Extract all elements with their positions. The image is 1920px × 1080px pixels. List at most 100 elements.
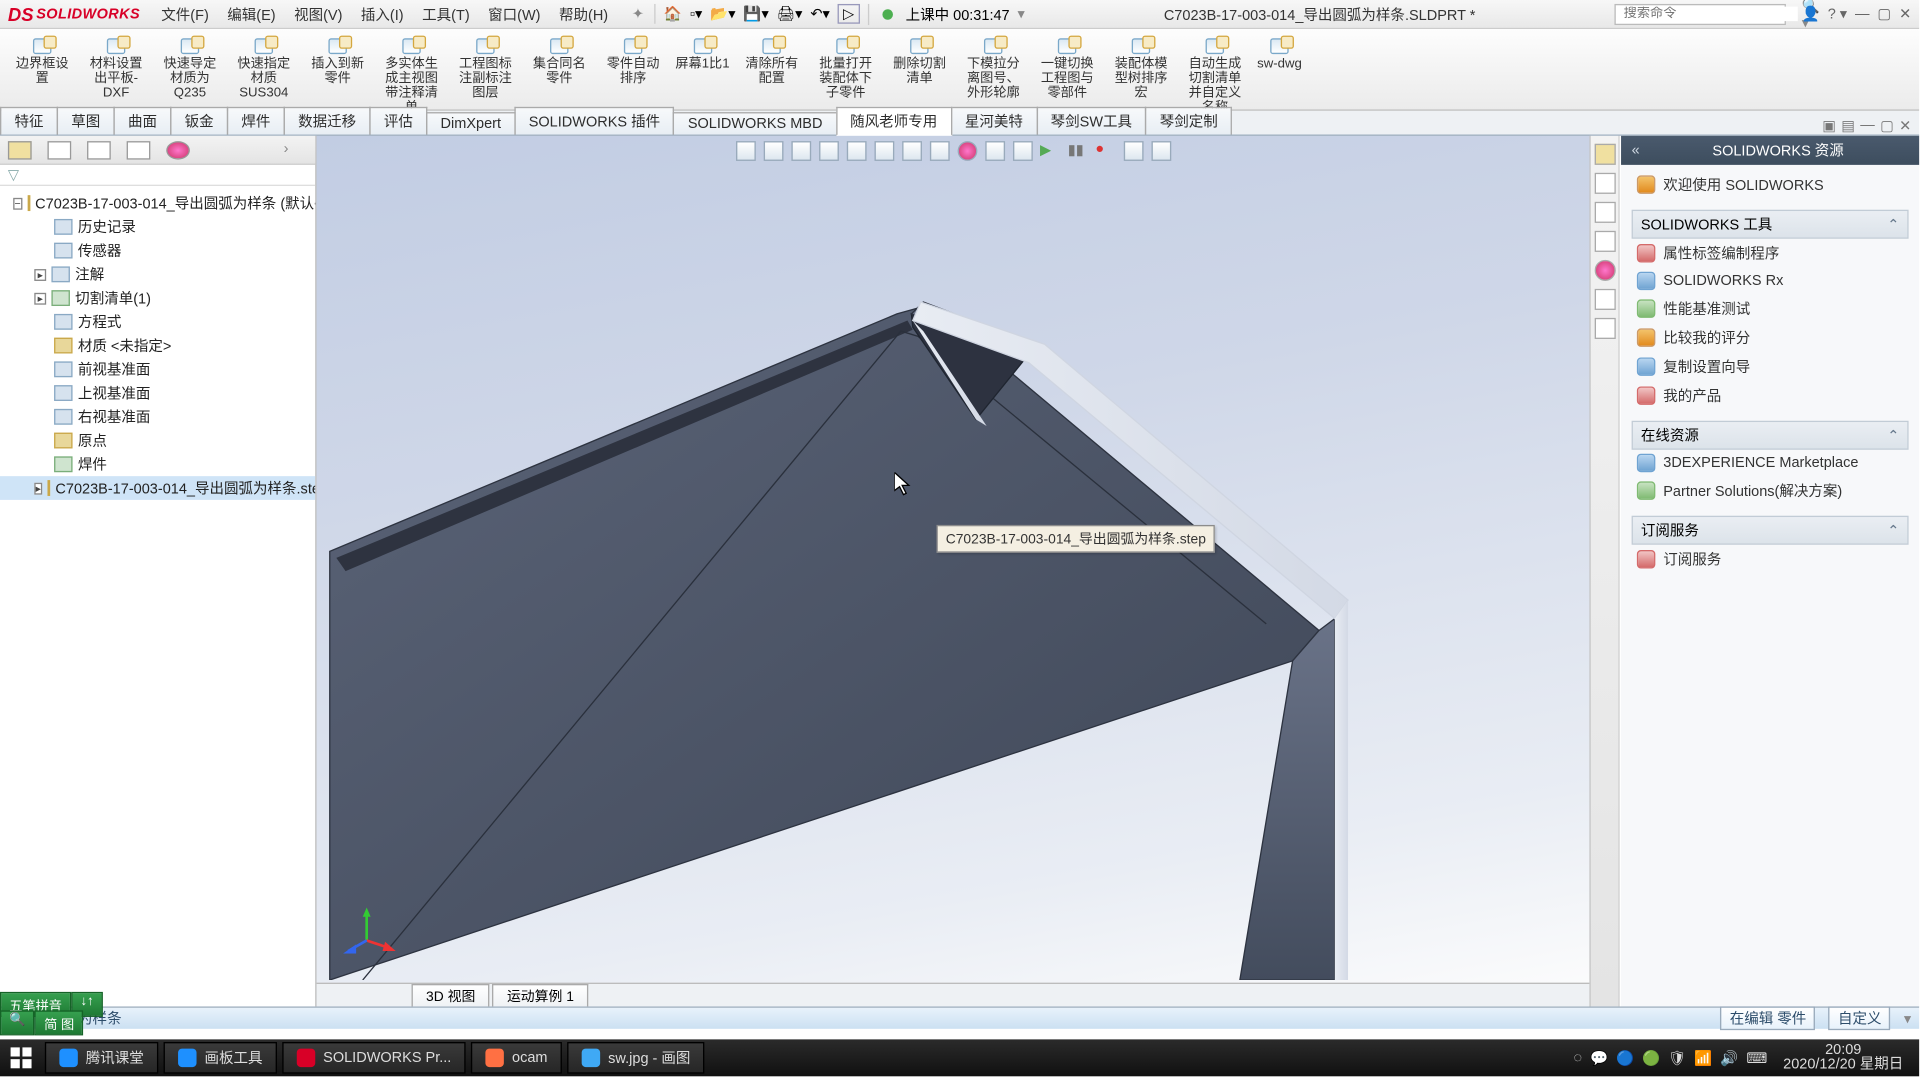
sb-mode[interactable]: 在编辑 零件 [1721,1006,1816,1030]
user-icon[interactable]: 👤 [1802,5,1820,22]
menu-insert[interactable]: 插入(I) [361,3,404,24]
save-icon[interactable]: 💾▾ [743,5,768,22]
mdi-max-icon[interactable]: ▢ [1880,117,1894,134]
menu-window[interactable]: 窗口(W) [488,3,540,24]
start-button[interactable] [0,1039,42,1076]
tab-qinjian[interactable]: 琴剑SW工具 [1036,107,1146,135]
tb-app-1[interactable]: 画板工具 [164,1042,277,1074]
tab-sketch[interactable]: 草图 [57,107,115,135]
tree-node-11[interactable]: ▸C7023B-17-003-014_导出圆弧为样条.step -> [0,476,315,500]
tree-tab-dim-icon[interactable] [127,140,151,158]
rp-tools-item-1[interactable]: SOLIDWORKS Rx [1632,268,1909,294]
vp-tab-3dview[interactable]: 3D 视图 [412,983,490,1006]
rp-tools-item-0[interactable]: 属性标签编制程序 [1632,239,1909,268]
ribbon-btn-14[interactable]: 一键切换工程图与零部件 [1030,33,1104,103]
tray-icon[interactable]: 🔵 [1616,1049,1634,1066]
tray-icon[interactable]: 🟢 [1642,1049,1660,1066]
mdi-min-icon[interactable]: — [1860,117,1875,134]
ribbon-btn-10[interactable]: 清除所有配置 [735,33,809,88]
tab-weldment[interactable]: 焊件 [227,107,285,135]
tp-file-icon[interactable] [1594,202,1615,223]
rp-online-item-1[interactable]: Partner Solutions(解决方案) [1632,476,1909,505]
tab-eval[interactable]: 评估 [369,107,427,135]
tree-node-9[interactable]: 原点 [0,429,315,453]
menu-edit[interactable]: 编辑(E) [227,3,275,24]
ribbon-btn-16[interactable]: 自动生成切割清单并自定义名称 [1178,33,1252,117]
tree-node-10[interactable]: 焊件 [0,452,315,476]
ribbon-btn-7[interactable]: 集合同名零件 [522,33,596,88]
mdi-cascade-icon[interactable]: ▣ [1822,117,1836,134]
ribbon-btn-17[interactable]: sw-dwg [1252,33,1307,74]
pin-icon[interactable]: ✦ [632,5,644,22]
rp-sec-online[interactable]: 在线资源⌃ [1632,421,1909,450]
expand-icon[interactable]: ▸ [34,482,42,494]
tray-icon[interactable]: 🔊 [1720,1049,1738,1066]
tree-node-8[interactable]: 右视基准面 [0,405,315,429]
tree-node-7[interactable]: 上视基准面 [0,381,315,405]
tree-node-2[interactable]: ▸注解 [0,262,315,286]
rp-sec-sub[interactable]: 订阅服务⌃ [1632,516,1909,545]
ribbon-btn-11[interactable]: 批量打开装配体下子零件 [809,33,883,103]
ribbon-btn-1[interactable]: 材料设置出平板-DXF [79,33,153,103]
mdi-close-icon[interactable]: ✕ [1899,117,1911,134]
tray-icon[interactable]: 📶 [1694,1049,1712,1066]
menu-file[interactable]: 文件(F) [161,3,209,24]
ribbon-btn-4[interactable]: 插入到新零件 [301,33,375,88]
rp-tools-item-3[interactable]: 比较我的评分 [1632,323,1909,352]
tab-teacher[interactable]: 随风老师专用 [836,107,952,136]
open-icon[interactable]: 📂▾ [710,5,735,22]
close-icon[interactable]: ✕ [1899,5,1911,22]
ime-bar-2[interactable]: 🔍简 图 [0,1010,83,1035]
tray-icon[interactable]: ◌ [1574,1050,1583,1066]
tab-feature[interactable]: 特征 [0,107,58,135]
min-icon[interactable]: — [1855,6,1870,22]
tab-mbd[interactable]: SOLIDWORKS MBD [673,112,837,134]
rp-tools-item-4[interactable]: 复制设置向导 [1632,352,1909,381]
tab-datamig[interactable]: 数据迁移 [284,107,371,135]
new-icon[interactable]: ▫▾ [690,5,702,22]
mdi-tile-icon[interactable]: ▤ [1841,117,1855,134]
tp-forum-icon[interactable] [1594,318,1615,339]
ribbon-btn-15[interactable]: 装配体模型树排序宏 [1104,33,1178,103]
undo-icon[interactable]: ↶▾ [810,5,829,22]
tree-expand-icon[interactable]: › [284,140,308,158]
rp-collapse-icon[interactable]: « [1632,142,1640,158]
ribbon-btn-9[interactable]: 屏幕1比1 [670,33,735,74]
print-icon[interactable]: 🖨▾ [777,5,803,22]
rp-online-item-0[interactable]: 3DEXPERIENCE Marketplace [1632,450,1909,476]
tree-root-node[interactable]: − C7023B-17-003-014_导出圆弧为样条 (默认<按加工 [0,191,315,215]
tree-node-1[interactable]: 传感器 [0,239,315,263]
tray-icon[interactable]: ⌨ [1746,1049,1767,1066]
search-input[interactable] [1624,7,1798,22]
tree-tab-config-icon[interactable] [87,140,111,158]
tab-qinjian2[interactable]: 琴剑定制 [1145,107,1232,135]
menu-help[interactable]: 帮助(H) [559,3,608,24]
ribbon-btn-6[interactable]: 工程图标注副标注图层 [448,33,522,103]
tab-addins[interactable]: SOLIDWORKS 插件 [514,107,674,135]
tp-prop-icon[interactable] [1594,289,1615,310]
tree-node-5[interactable]: 材质 <未指定> [0,334,315,358]
ribbon-btn-2[interactable]: 快速导定材质为Q235 [153,33,227,103]
tp-appear-icon[interactable] [1594,260,1615,281]
menu-tools[interactable]: 工具(T) [422,3,470,24]
ribbon-btn-5[interactable]: 多实体生成主视图带注释清单 [375,33,449,117]
max-icon[interactable]: ▢ [1877,5,1891,22]
help-icon[interactable]: ? ▾ [1828,5,1847,22]
tb-app-3[interactable]: ocam [471,1042,562,1074]
tab-sheetmetal[interactable]: 钣金 [170,107,228,135]
session-dropdown-icon[interactable]: ▾ [1018,5,1025,22]
home-icon[interactable]: 🏠 [664,5,682,22]
rp-sub-item-0[interactable]: 订阅服务 [1632,545,1909,574]
tab-surface[interactable]: 曲面 [113,107,171,135]
ribbon-btn-0[interactable]: 边界框设置 [5,33,79,88]
tab-xinghe[interactable]: 星河美特 [950,107,1037,135]
tb-app-0[interactable]: 腾讯课堂 [45,1042,158,1074]
system-tray[interactable]: ◌ 💬 🔵 🟢 🛡 📶 🔊 ⌨ 20:09 2020/12/20 星期日 [1566,1041,1920,1075]
tb-app-2[interactable]: SOLIDWORKS Pr... [282,1042,466,1074]
ribbon-btn-8[interactable]: 零件自动排序 [596,33,670,88]
vp-tab-motion[interactable]: 运动算例 1 [492,983,588,1006]
tray-icon[interactable]: 🛡 [1668,1049,1686,1066]
ribbon-btn-13[interactable]: 下模拉分离图号、外形轮廓 [956,33,1030,103]
select-icon[interactable]: ▷ [838,4,860,24]
sb-custom[interactable]: 自定义 [1829,1006,1891,1030]
